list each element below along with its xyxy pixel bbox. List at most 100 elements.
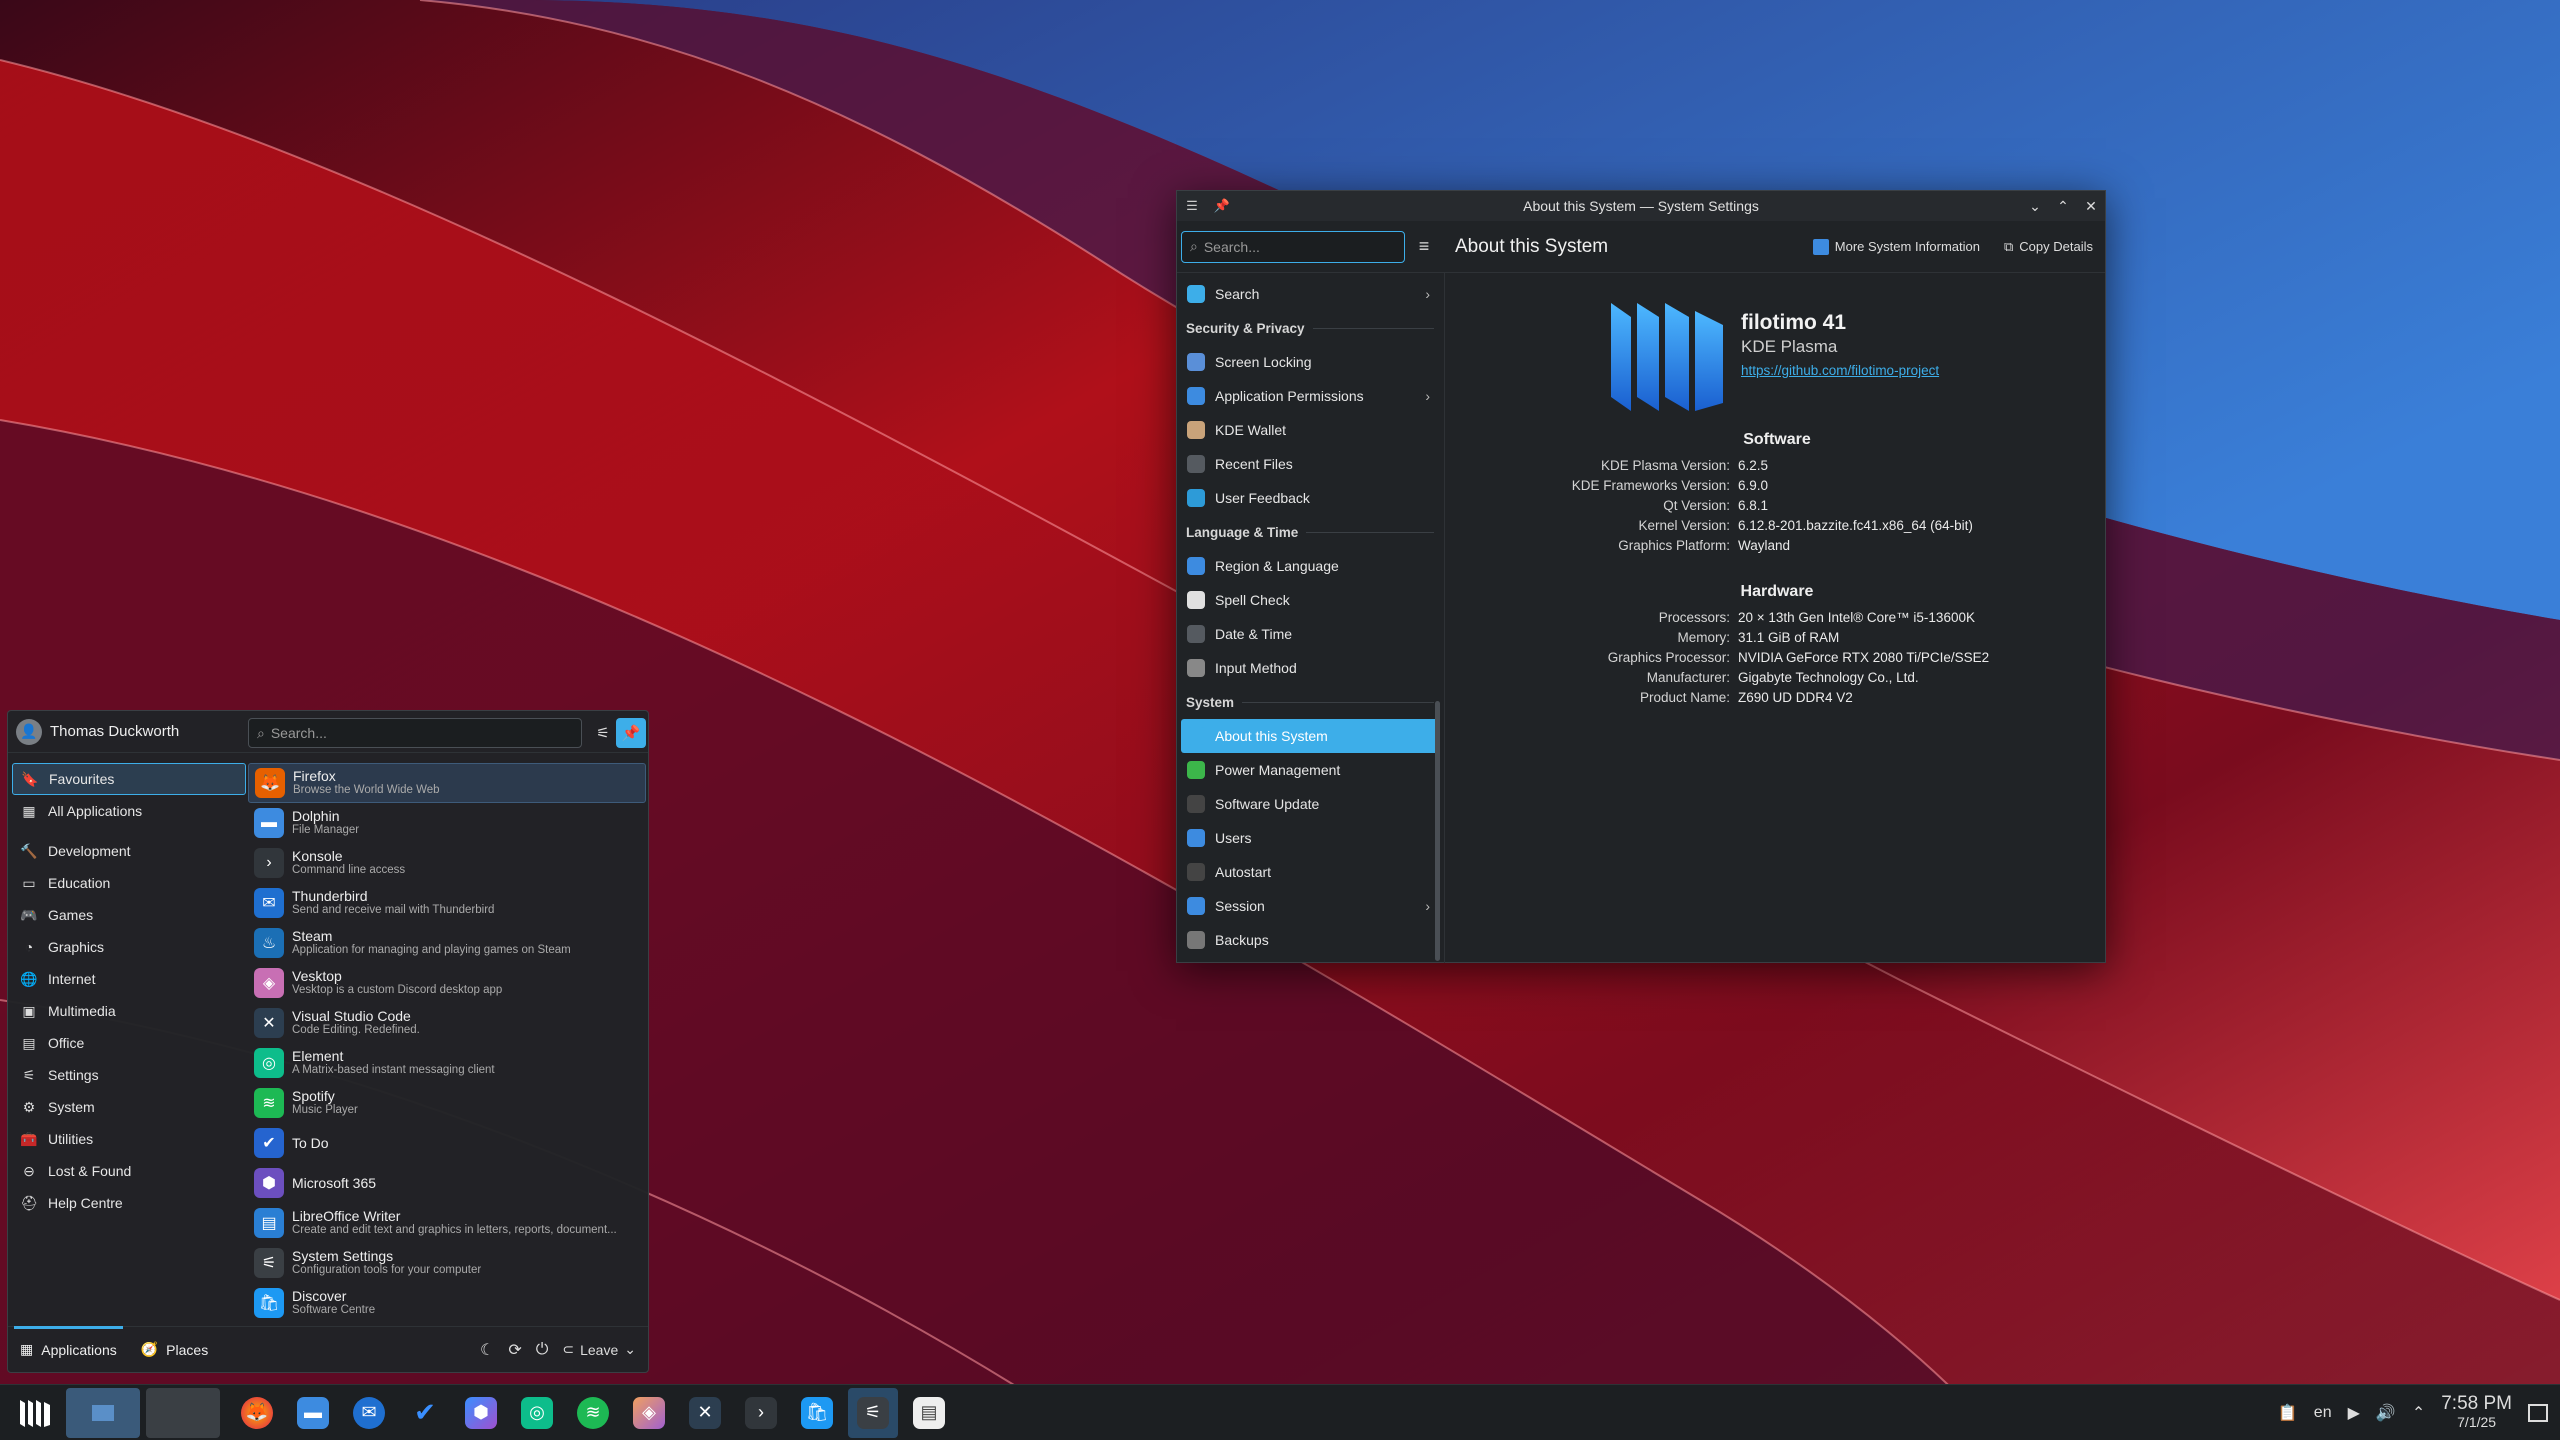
- app-item-system-settings[interactable]: ⚟ System Settings Configuration tools for …: [248, 1243, 646, 1283]
- taskbar-discover[interactable]: 🛍: [792, 1388, 842, 1438]
- taskbar-thunderbird[interactable]: ✉: [344, 1388, 394, 1438]
- maximize-button[interactable]: ⌃: [2049, 191, 2077, 221]
- system-tray: 📋 en ▶ 🔊 ⌃ 7:58 PM 7/1/25: [2278, 1385, 2548, 1440]
- launcher-button[interactable]: [10, 1388, 60, 1438]
- app-item-to-do[interactable]: ✔ To Do: [248, 1123, 646, 1163]
- sidebar-item-input-method[interactable]: Input Method: [1181, 651, 1440, 685]
- settings-search-input[interactable]: ⌕ Search...: [1181, 230, 1405, 263]
- sidebar-item-label: Screen Locking: [1215, 354, 1312, 370]
- taskbar-vesktop[interactable]: ◈: [624, 1388, 674, 1438]
- settings-sidebar: Search › Security & Privacy Screen Locking A…: [1177, 273, 1445, 963]
- app-item-steam[interactable]: ♨ Steam Application for managing and playi…: [248, 923, 646, 963]
- category-utilities[interactable]: 🧰 Utilities: [12, 1123, 246, 1155]
- media-play-icon[interactable]: ▶: [2348, 1403, 2360, 1423]
- category-internet[interactable]: 🌐 Internet: [12, 963, 246, 995]
- avatar[interactable]: 👤: [16, 718, 42, 745]
- more-system-info-button[interactable]: More System Information: [1812, 238, 1980, 255]
- category-education[interactable]: ▭ Education: [12, 867, 246, 899]
- pin-launcher-icon[interactable]: 📌: [616, 718, 646, 748]
- taskbar-konsole[interactable]: ›: [736, 1388, 786, 1438]
- launcher-search-input[interactable]: ⌕ Search...: [248, 718, 582, 748]
- app-item-spotify[interactable]: ≋ Spotify Music Player: [248, 1083, 646, 1123]
- sidebar-item-recent-files[interactable]: Recent Files: [1181, 447, 1440, 481]
- expand-tray-icon[interactable]: ⌃: [2412, 1403, 2425, 1423]
- category-label: Utilities: [48, 1131, 94, 1147]
- minimize-button[interactable]: ⌄: [2021, 191, 2049, 221]
- app-item-visual-studio-code[interactable]: ✕ Visual Studio Code Code Editing. Redefin…: [248, 1003, 646, 1043]
- virtual-desktop-1[interactable]: [66, 1387, 140, 1438]
- window-titlebar[interactable]: ☰ 📌 About this System — System Settings …: [1177, 191, 2105, 221]
- show-desktop-icon[interactable]: [2528, 1404, 2548, 1422]
- taskbar-system-settings[interactable]: ⚟: [848, 1387, 898, 1438]
- keyboard-layout[interactable]: en: [2314, 1404, 2332, 1422]
- category-all-applications[interactable]: ▦ All Applications: [12, 795, 246, 827]
- taskbar-microsoft365[interactable]: ⬢: [456, 1388, 506, 1438]
- app-item-microsoft-365[interactable]: ⬢ Microsoft 365: [248, 1163, 646, 1203]
- app-item-dolphin[interactable]: ▬ Dolphin File Manager: [248, 803, 646, 843]
- clock[interactable]: 7:58 PM 7/1/25: [2441, 1394, 2512, 1431]
- app-text: Konsole Command line access: [292, 849, 405, 877]
- shutdown-icon[interactable]: ⏻: [536, 1341, 549, 1359]
- category-games[interactable]: 🎮 Games: [12, 899, 246, 931]
- category-development[interactable]: 🔨 Development: [12, 835, 246, 867]
- close-button[interactable]: ✕: [2077, 191, 2105, 221]
- sidebar-item-user-feedback[interactable]: User Feedback: [1181, 481, 1440, 515]
- category-favourites[interactable]: 🔖 Favourites: [12, 763, 246, 795]
- category-settings[interactable]: ⚟ Settings: [12, 1059, 246, 1091]
- taskbar-dolphin[interactable]: ▬: [288, 1388, 338, 1438]
- taskbar-element[interactable]: ◎: [512, 1388, 562, 1438]
- sidebar-item-software-update[interactable]: Software Update: [1181, 787, 1440, 821]
- hamburger-menu-button[interactable]: ≡: [1409, 231, 1439, 263]
- configure-icon[interactable]: ⚟: [588, 718, 618, 748]
- app-item-discover[interactable]: 🛍 Discover Software Centre: [248, 1283, 646, 1323]
- sleep-icon[interactable]: ☾: [480, 1340, 494, 1360]
- sidebar-item-screen-locking[interactable]: Screen Locking: [1181, 345, 1440, 379]
- category-office[interactable]: ▤ Office: [12, 1027, 246, 1059]
- sidebar-item-region-language[interactable]: Region & Language: [1181, 549, 1440, 583]
- sidebar-item-label: Power Management: [1215, 762, 1341, 778]
- leave-button[interactable]: ⊂ Leave ⌄: [562, 1341, 636, 1358]
- category-graphics[interactable]: ◔ Graphics: [12, 931, 246, 963]
- app-item-thunderbird[interactable]: ✉ Thunderbird Send and receive mail with T…: [248, 883, 646, 923]
- taskbar-writer[interactable]: ▤: [904, 1388, 954, 1438]
- app-item-konsole[interactable]: › Konsole Command line access: [248, 843, 646, 883]
- sidebar-item-date-time[interactable]: Date & Time: [1181, 617, 1440, 651]
- pin-icon[interactable]: 📌: [1207, 191, 1237, 221]
- distro-url-link[interactable]: https://github.com/filotimo-project: [1741, 363, 1939, 378]
- copy-details-button[interactable]: ⧉ Copy Details: [2004, 239, 2093, 255]
- app-item-firefox[interactable]: 🦊 Firefox Browse the World Wide Web: [248, 763, 646, 803]
- sidebar-item-search[interactable]: Search ›: [1181, 277, 1440, 311]
- window-menu-icon[interactable]: ☰: [1177, 191, 1207, 221]
- category-label: Multimedia: [48, 1003, 116, 1019]
- taskbar-vscode[interactable]: ✕: [680, 1388, 730, 1438]
- category-help-centre[interactable]: ⛑ Help Centre: [12, 1187, 246, 1219]
- sidebar-item-users[interactable]: Users: [1181, 821, 1440, 855]
- sidebar-item-autostart[interactable]: Autostart: [1181, 855, 1440, 889]
- category-multimedia[interactable]: ▣ Multimedia: [12, 995, 246, 1027]
- category-lost-found[interactable]: ⊖ Lost & Found: [12, 1155, 246, 1187]
- app-item-vesktop[interactable]: ◈ Vesktop Vesktop is a custom Discord desk…: [248, 963, 646, 1003]
- sidebar-item-session[interactable]: Session ›: [1181, 889, 1440, 923]
- tab-places[interactable]: 🧭 Places: [129, 1327, 220, 1373]
- taskbar-firefox[interactable]: 🦊: [232, 1388, 282, 1438]
- app-item-element[interactable]: ◎ Element A Matrix-based instant messaging…: [248, 1043, 646, 1083]
- sidebar-item-about-this-system[interactable]: About this System: [1181, 719, 1440, 753]
- sidebar-item-power-management[interactable]: Power Management: [1181, 753, 1440, 787]
- category-label: System: [48, 1099, 95, 1115]
- volume-icon[interactable]: 🔊: [2376, 1403, 2396, 1423]
- taskbar-spotify[interactable]: ≋: [568, 1388, 618, 1438]
- tab-applications[interactable]: ▦ Applications: [8, 1325, 129, 1373]
- sidebar-item-backups[interactable]: Backups: [1181, 923, 1440, 957]
- app-text: Thunderbird Send and receive mail with Th…: [292, 889, 494, 917]
- clipboard-icon[interactable]: 📋: [2278, 1403, 2298, 1423]
- app-item-libreoffice-writer[interactable]: ▤ LibreOffice Writer Create and edit text …: [248, 1203, 646, 1243]
- category-system[interactable]: ⚙ System: [12, 1091, 246, 1123]
- sidebar-item-spell-check[interactable]: Spell Check: [1181, 583, 1440, 617]
- sidebar-scrollbar[interactable]: [1435, 701, 1440, 961]
- taskbar-todo[interactable]: ✔: [400, 1388, 450, 1438]
- sidebar-item-application-permissions[interactable]: Application Permissions ›: [1181, 379, 1440, 413]
- virtual-desktop-2[interactable]: [146, 1387, 220, 1438]
- category-label: Games: [48, 907, 94, 923]
- sidebar-item-kde-wallet[interactable]: KDE Wallet: [1181, 413, 1440, 447]
- restart-icon[interactable]: ⟳: [508, 1340, 521, 1360]
